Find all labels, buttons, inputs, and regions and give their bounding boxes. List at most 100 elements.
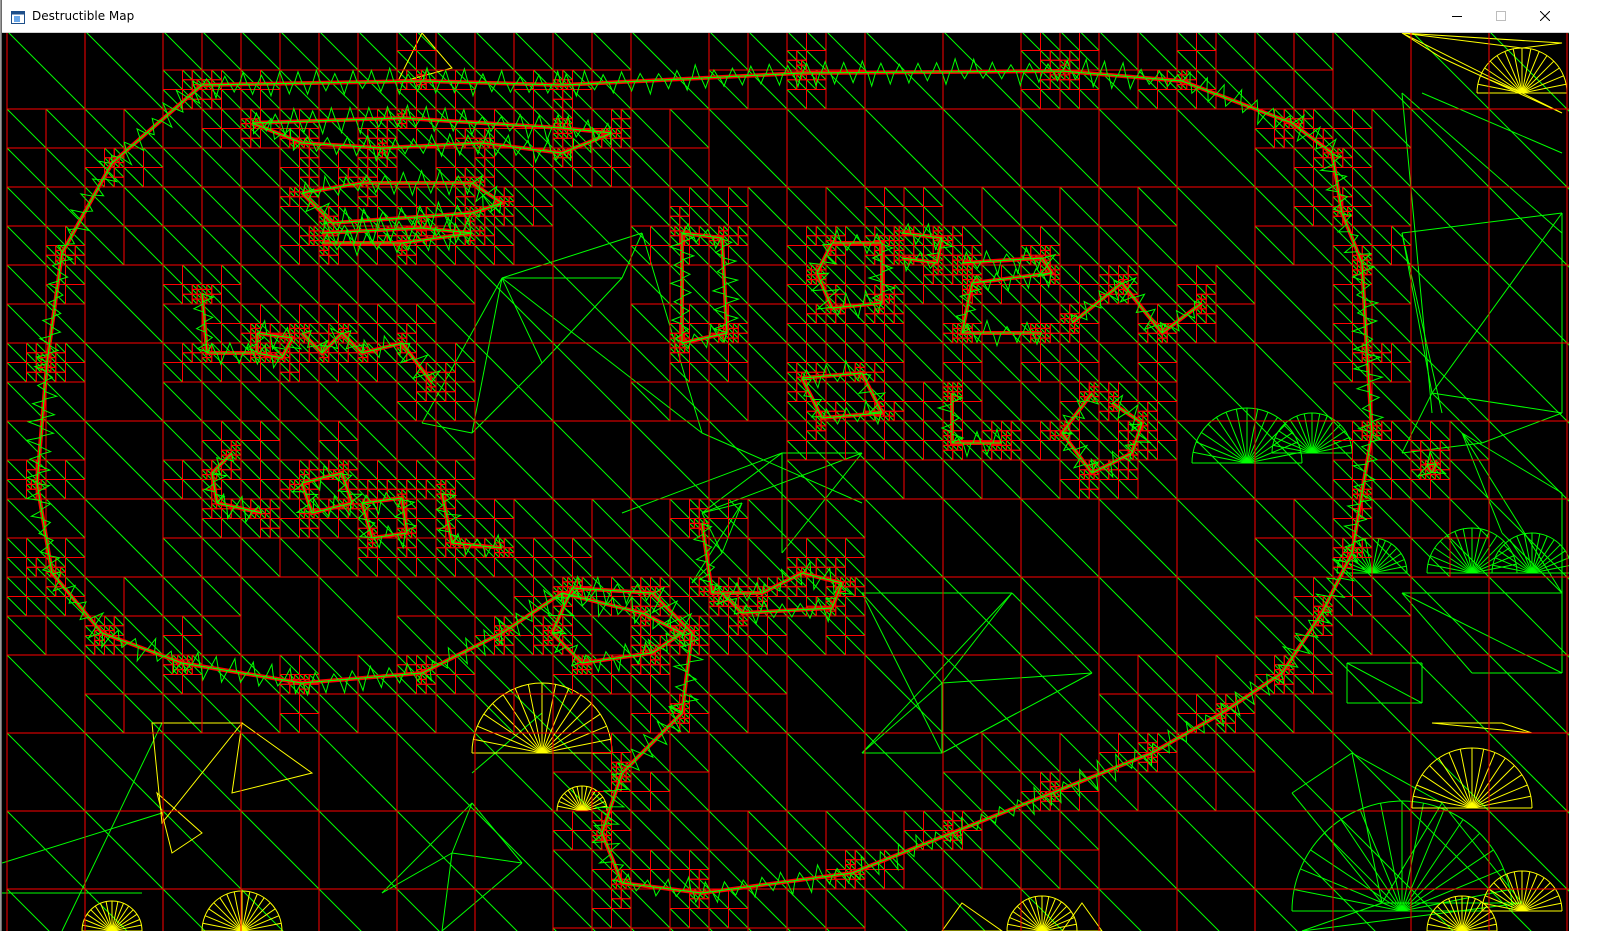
mesh-diagonal [650, 849, 671, 870]
mesh-diagonal [616, 133, 622, 139]
mesh-diagonal [1098, 410, 1110, 422]
mesh-diagonal [640, 620, 646, 627]
close-button[interactable] [1523, 0, 1567, 32]
mesh-diagonal [1079, 89, 1100, 110]
mesh-diagonal [338, 186, 359, 207]
mesh-diagonal [416, 488, 427, 500]
mesh-diagonal [318, 323, 330, 334]
mesh-diagonal [786, 420, 807, 441]
mesh-diagonal [708, 693, 749, 734]
mesh-diagonal [932, 264, 939, 271]
mesh-diagonal [825, 186, 866, 227]
mesh-diagonal [1256, 33, 1295, 71]
mesh-diagonal [786, 537, 807, 558]
mesh-diagonal [1040, 342, 1061, 363]
mesh-diagonal [552, 498, 593, 539]
mesh-edge [1481, 412, 1563, 444]
mesh-diagonal [1176, 498, 1256, 578]
mesh-edge [1401, 92, 1563, 234]
mesh-diagonal [884, 362, 905, 383]
mesh-diagonal [352, 503, 359, 510]
mesh-diagonal [1040, 430, 1051, 441]
mesh-diagonal [289, 484, 295, 490]
mesh-diagonal [513, 654, 554, 695]
mesh-diagonal [786, 186, 827, 227]
mesh-diagonal [1054, 274, 1061, 280]
mesh-diagonal [398, 33, 417, 51]
mesh-diagonal [469, 235, 476, 241]
mesh-diagonal [547, 640, 554, 646]
mesh-diagonal [893, 303, 905, 315]
mesh-diagonal [1049, 430, 1056, 436]
title-bar[interactable]: Destructible Map [2, 0, 1569, 33]
mesh-diagonal [338, 323, 344, 329]
mesh-diagonal [854, 878, 866, 890]
mesh-diagonal [1049, 771, 1061, 783]
minimize-button[interactable] [1435, 0, 1479, 32]
mesh-diagonal [318, 810, 398, 890]
mesh-diagonal [347, 167, 359, 178]
mesh-diagonal [435, 391, 447, 402]
mesh-diagonal [1293, 225, 1334, 266]
mesh-diagonal [308, 230, 315, 237]
mesh-diagonal [854, 849, 866, 861]
mesh-diagonal [313, 240, 320, 246]
mesh-diagonal [1069, 59, 1080, 71]
mesh-diagonal [1332, 303, 1353, 324]
mesh-diagonal [640, 654, 651, 666]
mesh-diagonal [289, 196, 300, 207]
mesh-diagonal [1098, 693, 1139, 734]
maximize-button[interactable] [1479, 0, 1523, 32]
mesh-diagonal [591, 810, 603, 822]
mesh-diagonal [625, 771, 632, 778]
mesh-diagonal [1488, 654, 1568, 734]
mesh-diagonal [513, 557, 534, 578]
mesh-diagonal [942, 362, 963, 383]
mesh-diagonal [1293, 654, 1314, 675]
mesh-diagonal [1147, 449, 1158, 461]
mesh-diagonal [191, 352, 203, 363]
mesh-diagonal [728, 615, 739, 627]
mesh-diagonal [650, 771, 671, 792]
mesh-diagonal [1303, 118, 1314, 129]
mesh-diagonal [854, 362, 861, 368]
mesh-diagonal [533, 167, 554, 188]
mesh-diagonal [557, 133, 564, 139]
mesh-diagonal [640, 625, 651, 636]
mesh-edge [1461, 432, 1563, 494]
mesh-diagonal [401, 123, 408, 129]
mesh-diagonal [318, 888, 362, 931]
mesh-diagonal [786, 401, 807, 422]
mesh-diagonal [684, 332, 690, 339]
mesh-diagonal [942, 303, 963, 324]
mesh-diagonal [1254, 615, 1295, 656]
mesh-diagonal [591, 830, 598, 836]
mesh-diagonal [806, 537, 827, 558]
mesh-diagonal [942, 391, 949, 397]
mesh-diagonal [845, 581, 851, 588]
mesh-diagonal [903, 303, 944, 344]
mesh-diagonal [328, 459, 339, 471]
mesh-diagonal [6, 557, 27, 578]
mesh-diagonal [825, 849, 846, 870]
mesh-diagonal [1069, 323, 1075, 329]
mesh-diagonal [230, 469, 242, 480]
mesh-diagonal [1274, 654, 1285, 666]
mesh-diagonal [1361, 435, 1368, 441]
mesh-diagonal [240, 123, 247, 129]
mesh-diagonal [830, 610, 837, 617]
mesh-diagonal [903, 810, 924, 831]
mesh-diagonal [1059, 323, 1071, 334]
mesh-diagonal [201, 459, 213, 471]
mesh-diagonal [1079, 264, 1100, 285]
mesh-diagonal [898, 245, 905, 251]
mesh-diagonal [396, 235, 403, 241]
mesh-diagonal [1001, 430, 1007, 436]
mesh-diagonal [689, 362, 710, 383]
map-canvas[interactable] [2, 33, 1569, 931]
mesh-diagonal [952, 332, 958, 339]
mesh-diagonal [786, 459, 827, 500]
mesh-diagonal [1371, 498, 1412, 539]
mesh-diagonal [786, 810, 827, 851]
mesh-diagonal [1352, 352, 1363, 363]
